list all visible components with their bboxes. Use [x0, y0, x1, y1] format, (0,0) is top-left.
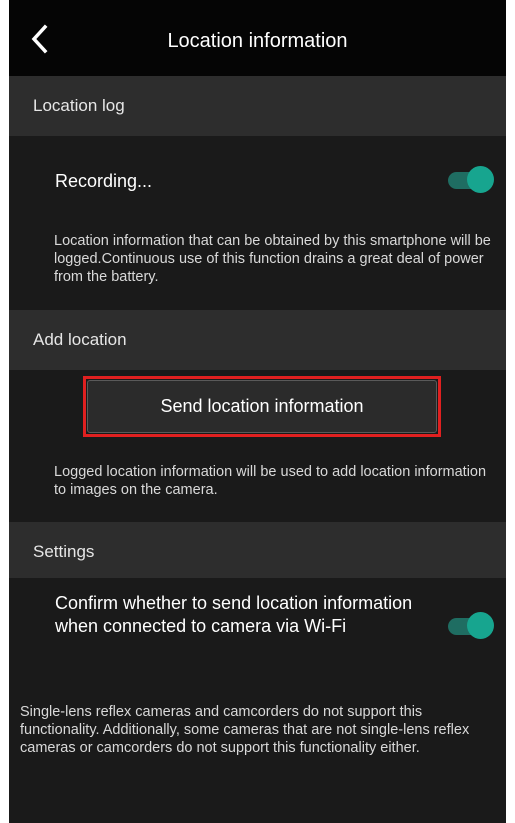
settings-section: Confirm whether to send location informa… — [9, 578, 506, 678]
page-title: Location information — [167, 30, 348, 52]
toggle-knob — [467, 612, 494, 639]
location-log-section: Recording... Location information that c… — [9, 136, 506, 304]
settings-footer-note: Single-lens reflex cameras and camcorder… — [20, 704, 470, 756]
location-information-screen: Location information Location log Record… — [9, 0, 506, 823]
recording-toggle[interactable] — [446, 166, 494, 194]
section-title-add-location: Add location — [33, 330, 127, 349]
section-title-settings: Settings — [33, 542, 95, 561]
send-location-information-button[interactable]: Send location information — [87, 380, 437, 433]
section-header-settings: Settings — [9, 522, 506, 582]
add-location-description: Logged location information will be used… — [54, 464, 487, 498]
section-header-add-location: Add location — [9, 310, 506, 370]
recording-label: Recording... — [55, 171, 153, 191]
section-header-location-log: Location log — [9, 76, 506, 136]
confirm-send-label: Confirm whether to send location informa… — [55, 593, 413, 636]
toggle-knob — [467, 166, 494, 193]
section-title-location-log: Location log — [33, 96, 125, 115]
location-log-description: Location information that can be obtaine… — [54, 233, 491, 285]
confirm-send-toggle[interactable] — [446, 612, 494, 640]
